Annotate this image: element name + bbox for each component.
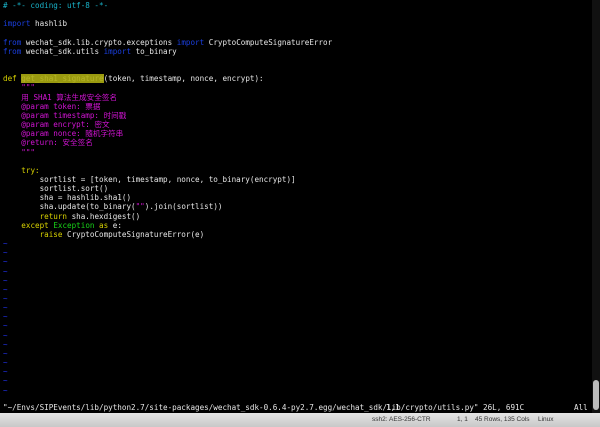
empty-line-tilde: ~ xyxy=(3,367,8,377)
empty-line-tilde: ~ xyxy=(3,348,8,358)
code-text: CryptoComputeSignatureError xyxy=(204,37,333,47)
code-line: sha = hashlib.sha1() xyxy=(3,193,132,203)
cursor-position: 1,1 xyxy=(386,403,400,412)
code-line: return sha.hexdigest() xyxy=(3,212,592,221)
code-text: sha.hexdigest() xyxy=(67,211,141,221)
terminal-window[interactable]: # -*- coding: utf-8 -*- import hashlib f… xyxy=(0,0,592,413)
code-text: hashlib xyxy=(30,19,68,29)
code-line: import hashlib xyxy=(3,19,592,28)
scrollbar[interactable] xyxy=(592,0,600,413)
keyword: try: xyxy=(21,165,40,175)
code-line: except Exception as e: xyxy=(3,221,592,230)
code-line: sortlist = [token, timestamp, nonce, to_… xyxy=(3,174,296,184)
docstring: @param token: 票据 xyxy=(3,101,101,111)
docstring: 用 SHA1 算法生成安全签名 xyxy=(3,92,118,102)
keyword: as xyxy=(94,220,109,230)
terminal-size: 45 Rows, 135 Cols xyxy=(475,416,530,423)
empty-line-tilde: ~ xyxy=(3,376,8,386)
code-line: from wechat_sdk.utils import to_binary xyxy=(3,47,592,56)
cursor-info: 1, 1 xyxy=(457,416,468,423)
code-line: # -*- coding: utf-8 -*- xyxy=(3,1,109,10)
code-line: sha.update(to_binary("").join(sortlist)) xyxy=(3,202,592,211)
code-text: CryptoComputeSignatureError(e) xyxy=(62,229,205,239)
keyword: import xyxy=(3,19,31,29)
docstring: @return: 安全签名 xyxy=(3,138,93,148)
docstring: @param encrypt: 密文 xyxy=(3,120,110,130)
empty-line-tilde: ~ xyxy=(3,239,8,249)
code-text: to_binary xyxy=(131,46,177,56)
docstring: """ xyxy=(3,83,36,93)
exception-name: Exception xyxy=(53,220,95,230)
empty-line-tilde: ~ xyxy=(3,284,8,294)
empty-line-tilde: ~ xyxy=(3,330,8,340)
code-text: e: xyxy=(108,220,122,230)
code-line: try: xyxy=(3,166,592,175)
scrollbar-thumb[interactable] xyxy=(593,380,599,410)
code-text: wechat_sdk.utils xyxy=(21,46,104,56)
empty-line-tilde: ~ xyxy=(3,275,8,285)
keyword: return xyxy=(39,211,68,221)
code-line: raise CryptoComputeSignatureError(e) xyxy=(3,230,592,239)
vim-message-line: "~/Envs/SIPEvents/lib/python2.7/site-pac… xyxy=(3,403,588,412)
code-line: sortlist.sort() xyxy=(3,184,109,194)
docstring: """ xyxy=(3,147,36,157)
keyword: raise xyxy=(39,229,63,239)
keyword: from xyxy=(3,37,22,47)
keyword: import xyxy=(103,46,132,56)
keyword: def xyxy=(3,74,17,84)
empty-line-tilde: ~ xyxy=(3,321,8,331)
code-text: wechat_sdk.lib.crypto.exceptions xyxy=(21,37,177,47)
docstring: @param timestamp: 时间戳 xyxy=(3,110,127,120)
docstring: @param nonce: 随机字符串 xyxy=(3,129,124,139)
keyword: from xyxy=(3,46,22,56)
search-highlight: get_sha1_signature xyxy=(21,74,104,84)
code-text: (token, timestamp, nonce, encrypt): xyxy=(103,74,264,84)
scroll-position: All xyxy=(574,403,588,412)
empty-line-tilde: ~ xyxy=(3,266,8,276)
code-line: from wechat_sdk.lib.crypto.exceptions im… xyxy=(3,38,592,47)
empty-line-tilde: ~ xyxy=(3,294,8,303)
code-line: def get_sha1_signature(token, timestamp,… xyxy=(3,74,592,84)
empty-line-tilde: ~ xyxy=(3,358,8,368)
empty-line-tilde: ~ xyxy=(3,312,8,322)
os-info: Linux xyxy=(538,416,554,423)
code-text: sha.update(to_binary( xyxy=(3,202,136,212)
window-status-bar: ssh2: AES-256-CTR 1, 1 45 Rows, 135 Cols… xyxy=(0,413,600,427)
empty-line-tilde: ~ xyxy=(3,303,8,313)
code-text: ).join(sortlist)) xyxy=(144,202,223,212)
keyword: except xyxy=(21,220,49,230)
keyword: import xyxy=(176,37,205,47)
cipher-info: ssh2: AES-256-CTR xyxy=(372,416,431,423)
empty-line-tilde: ~ xyxy=(3,257,8,267)
empty-line-tilde: ~ xyxy=(3,339,8,349)
empty-line-tilde: ~ xyxy=(3,385,8,395)
empty-line-tilde: ~ xyxy=(3,248,8,258)
file-info: "~/Envs/SIPEvents/lib/python2.7/site-pac… xyxy=(3,403,525,412)
string: "" xyxy=(135,202,145,212)
